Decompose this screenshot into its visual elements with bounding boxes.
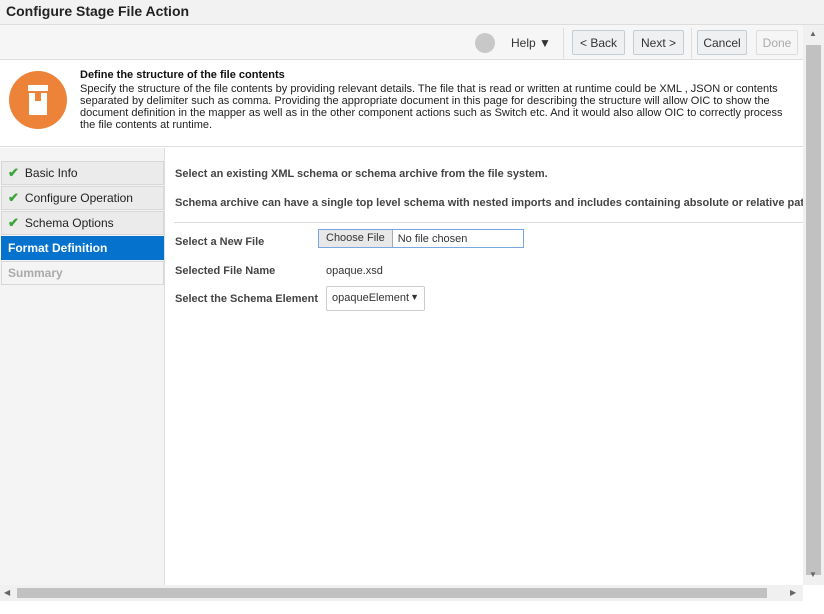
selected-file-label: Selected File Name — [175, 265, 276, 277]
scroll-thumb[interactable] — [806, 45, 821, 575]
horizontal-scrollbar[interactable]: ◀ ▶ — [0, 585, 803, 601]
divider — [691, 28, 692, 58]
step-summary: Summary — [1, 261, 164, 285]
user-icon[interactable] — [475, 33, 495, 53]
scroll-right-icon[interactable]: ▶ — [790, 588, 796, 597]
schema-element-select[interactable]: opaqueElement ▼ — [326, 286, 425, 311]
schema-element-label: Select the Schema Element — [175, 293, 319, 305]
train-stops: ✔ Basic Info ✔ Configure Operation ✔ Schema… — [0, 148, 165, 585]
intro-text: Select an existing XML schema or schema … — [175, 168, 548, 180]
toolbar: Help ▼ < Back Next > Cancel Done — [0, 25, 803, 60]
checkmark-icon: ✔ — [8, 190, 19, 205]
header-description: Specify the structure of the file conten… — [80, 83, 783, 131]
cancel-button[interactable]: Cancel — [697, 30, 747, 55]
selected-file-value: opaque.xsd — [326, 265, 383, 277]
chevron-down-icon: ▼ — [410, 292, 419, 302]
new-file-label: Select a New File — [175, 236, 265, 248]
done-button[interactable]: Done — [756, 30, 798, 55]
divider — [174, 222, 803, 223]
scroll-thumb[interactable] — [17, 588, 767, 598]
checkmark-icon: ✔ — [8, 165, 19, 180]
stage-file-icon — [9, 71, 67, 129]
step-label: Configure Operation — [24, 191, 133, 205]
scroll-up-icon[interactable]: ▲ — [809, 29, 817, 38]
next-button[interactable]: Next > — [633, 30, 684, 55]
scroll-down-icon[interactable]: ▼ — [809, 570, 817, 579]
archive-note: Schema archive can have a single top lev… — [175, 197, 803, 209]
vertical-scrollbar[interactable]: ▲ ▼ — [803, 25, 824, 585]
step-configure-operation[interactable]: ✔ Configure Operation — [1, 186, 164, 210]
step-schema-options[interactable]: ✔ Schema Options — [1, 211, 164, 235]
back-button[interactable]: < Back — [572, 30, 625, 55]
choose-file-button[interactable]: Choose File — [319, 230, 393, 247]
schema-element-value: opaqueElement — [332, 292, 410, 304]
divider — [563, 28, 564, 58]
step-basic-info[interactable]: ✔ Basic Info — [1, 161, 164, 185]
no-file-text: No file chosen — [397, 232, 468, 245]
window-title: Configure Stage File Action — [0, 0, 824, 25]
scroll-left-icon[interactable]: ◀ — [4, 588, 10, 597]
main-panel: Select an existing XML schema or schema … — [166, 148, 803, 585]
checkmark-icon: ✔ — [8, 215, 19, 230]
help-menu[interactable]: Help ▼ — [511, 36, 551, 50]
step-label: Schema Options — [24, 216, 114, 230]
file-input[interactable]: Choose File No file chosen — [318, 229, 524, 248]
step-format-definition[interactable]: Format Definition — [1, 236, 164, 260]
header: Define the structure of the file content… — [0, 61, 803, 147]
step-label: Basic Info — [24, 166, 78, 180]
header-title: Define the structure of the file content… — [80, 69, 285, 81]
